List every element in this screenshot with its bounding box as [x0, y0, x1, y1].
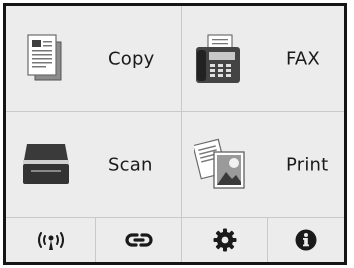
fax-icon	[196, 34, 240, 83]
info-button[interactable]	[268, 218, 344, 262]
link-icon	[124, 233, 153, 247]
print-tile[interactable]: Print	[182, 112, 344, 218]
fax-label: FAX	[286, 48, 320, 69]
copy-icon	[27, 34, 62, 81]
scanner-icon	[23, 144, 69, 184]
info-icon	[295, 229, 317, 251]
link-button[interactable]	[96, 218, 182, 262]
scan-label: Scan	[108, 154, 153, 175]
copy-tile[interactable]: Copy	[6, 6, 182, 112]
wireless-icon	[37, 232, 64, 250]
gear-icon	[213, 228, 236, 252]
wireless-button[interactable]	[6, 218, 96, 262]
print-label: Print	[286, 154, 329, 175]
printer-home-panel: Copy FAX Scan Print	[3, 3, 347, 265]
photo-print-icon	[194, 138, 245, 189]
fax-tile[interactable]: FAX	[182, 6, 344, 112]
copy-label: Copy	[108, 48, 155, 69]
scan-tile[interactable]: Scan	[6, 112, 182, 218]
settings-button[interactable]	[182, 218, 268, 262]
